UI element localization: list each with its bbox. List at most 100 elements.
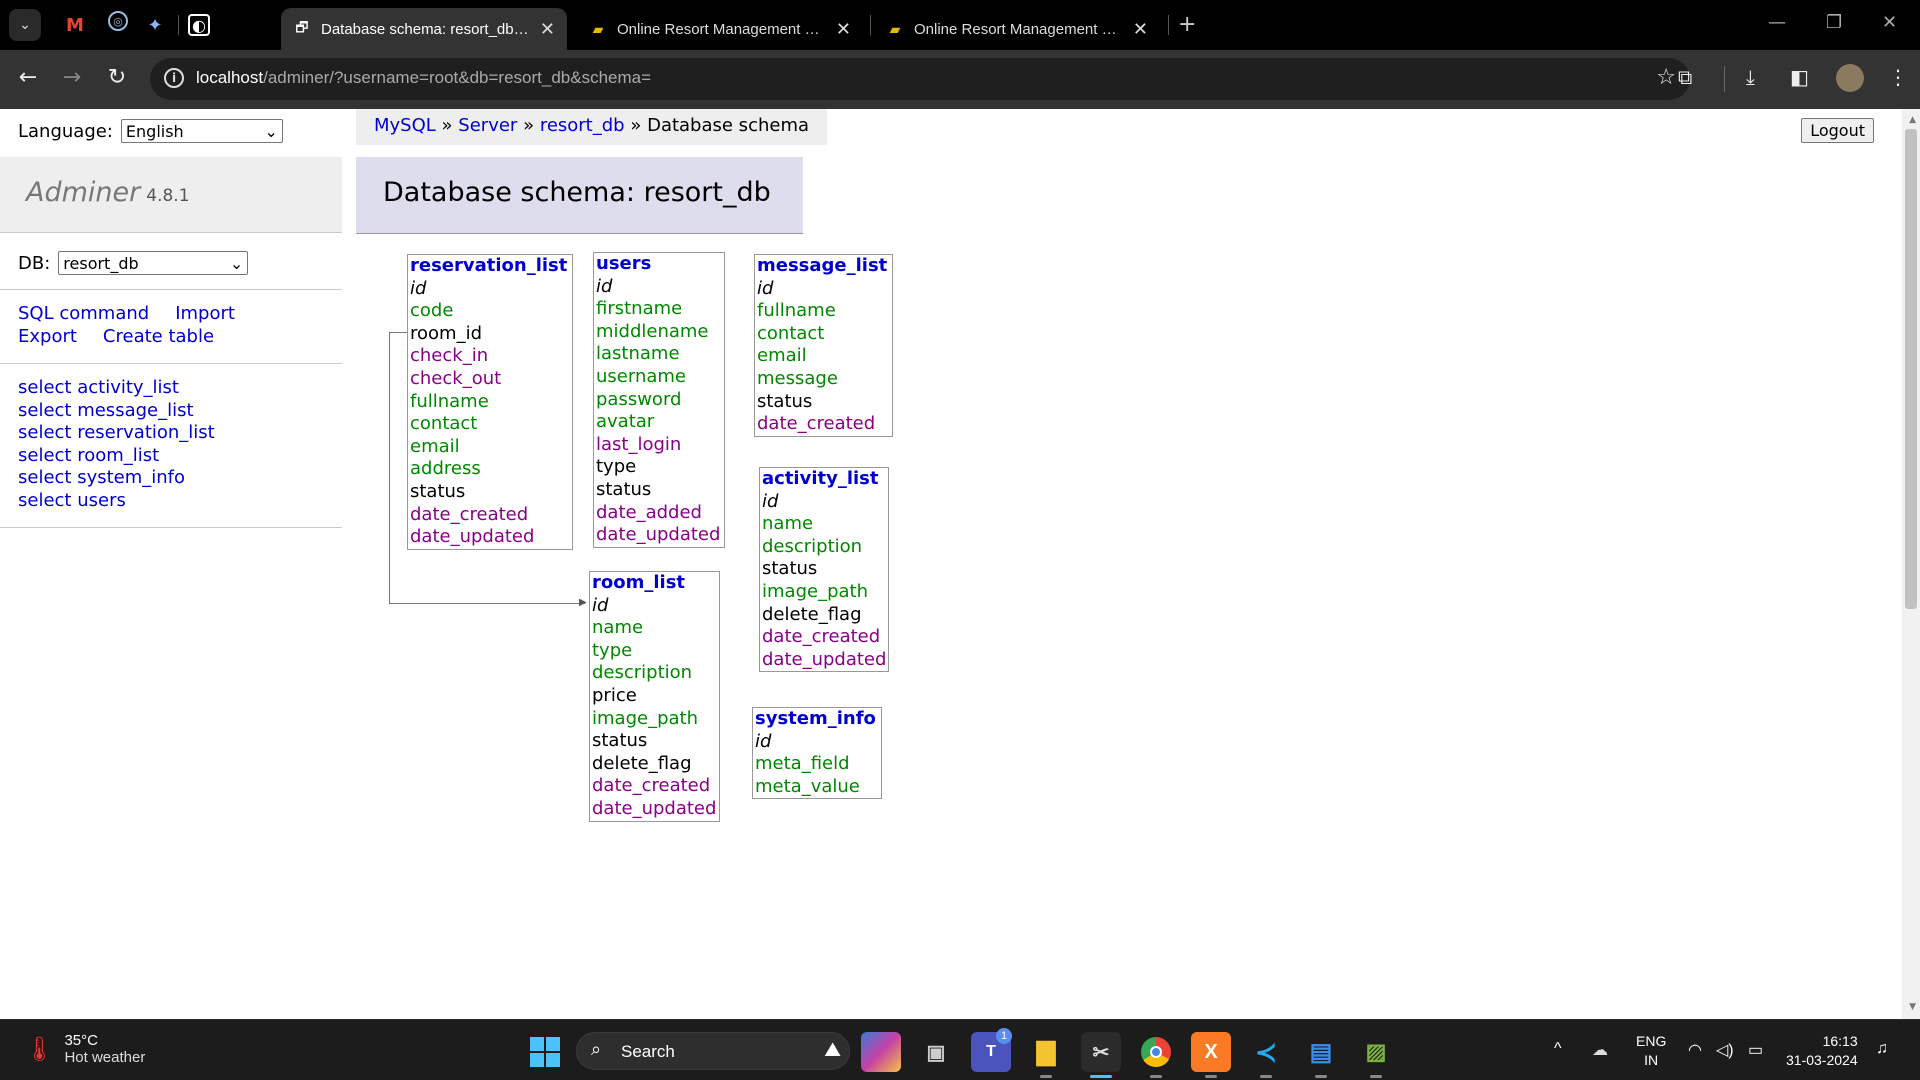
chatgpt-icon[interactable]: ◎ [108, 11, 128, 31]
column-name: email [410, 435, 460, 457]
column-name: date_updated [596, 524, 721, 546]
adminer-page: Language: English ⌄ MySQL » Server » reso… [0, 109, 1920, 1019]
snipping-tool-icon[interactable]: ✂ [1081, 1032, 1121, 1072]
url-text[interactable]: localhost/adminer/?username=root&db=reso… [196, 68, 651, 88]
weather-temperature: 35°C [64, 1032, 98, 1049]
forward-button[interactable]: → [58, 65, 86, 90]
copilot-icon[interactable] [861, 1032, 901, 1072]
close-tab-icon[interactable]: ✕ [1133, 19, 1148, 40]
running-indicator [1370, 1075, 1382, 1078]
table-reservation-list: reservation_list id code room_id check_i… [407, 254, 573, 550]
onedrive-icon[interactable]: ☁ [1592, 1040, 1608, 1060]
resort-favicon: ▰ [592, 20, 604, 37]
tab-resort-2[interactable]: ▰ Online Resort Management System ✕ [874, 8, 1160, 50]
gmail-icon[interactable]: M [61, 11, 89, 39]
active-indicator [1090, 1075, 1112, 1078]
windows-start-icon[interactable] [530, 1037, 560, 1067]
notepad-icon[interactable]: ▤ [1301, 1032, 1341, 1072]
tab-title: Database schema: resort_db - Adminer [321, 20, 532, 38]
column-name: id [762, 490, 779, 512]
language-code: ENG [1636, 1033, 1667, 1049]
table-name-link[interactable]: message_list [757, 255, 890, 278]
column-name: date_updated [410, 526, 535, 548]
reload-button[interactable]: ↻ [103, 65, 131, 90]
scroll-down-icon[interactable]: ▼ [1909, 1002, 1916, 1012]
column-name: id [755, 730, 772, 752]
table-name-link[interactable]: system_info [755, 708, 879, 731]
minimize-button[interactable]: — [1768, 12, 1786, 33]
file-explorer-icon[interactable]: ▇ [1026, 1032, 1066, 1072]
column-name: last_login [596, 433, 682, 455]
sidepanel-icon[interactable]: ◧ [1790, 65, 1809, 89]
battery-icon[interactable]: ▭ [1748, 1040, 1763, 1060]
column-name: fullname [757, 300, 836, 322]
tab-separator [178, 15, 179, 35]
resort-favicon: ▰ [889, 20, 901, 37]
browser-tab-bar: ⌄ M ◎ ✦ ◐ 🗗 Database schema: resort_db -… [0, 0, 1920, 50]
column-name: username [596, 365, 686, 387]
back-button[interactable]: ← [14, 65, 42, 90]
language-indicator[interactable]: ENG IN [1636, 1032, 1666, 1070]
star-icon[interactable]: ☆ [1656, 65, 1676, 90]
gemini-icon[interactable]: ✦ [141, 11, 169, 39]
scrollbar-thumb[interactable] [1905, 129, 1917, 609]
pinned-app-icon[interactable]: ◐ [188, 14, 210, 36]
table-name-link[interactable]: room_list [592, 572, 717, 595]
column-name: contact [757, 322, 825, 344]
new-tab-button[interactable]: + [1178, 12, 1196, 37]
chevron-up-icon[interactable]: ^ [1554, 1040, 1562, 1058]
column-name: id [757, 277, 774, 299]
download-icon[interactable]: ⤓ [1746, 65, 1755, 89]
taskbar-search[interactable]: ⌕ Search ⛰ [576, 1032, 850, 1070]
volume-icon[interactable]: ◁) [1716, 1040, 1734, 1060]
column-name: check_out [410, 367, 502, 389]
column-name: description [762, 535, 863, 557]
profile-avatar[interactable] [1836, 64, 1864, 92]
region-code: IN [1644, 1052, 1659, 1068]
tab-search-button[interactable]: ⌄ [9, 9, 41, 41]
search-label: Search [621, 1042, 675, 1061]
info-icon[interactable]: i [164, 68, 184, 88]
column-name: lastname [596, 343, 680, 365]
running-indicator [1040, 1075, 1052, 1078]
teams-badge: 1 [996, 1028, 1012, 1044]
weather-widget[interactable]: 🌡 35°C Hot weather [24, 1032, 145, 1066]
table-name-link[interactable]: activity_list [762, 468, 886, 491]
toolbar-separator [1724, 66, 1725, 92]
tab-adminer[interactable]: 🗗 Database schema: resort_db - Adminer ✕ [281, 8, 567, 50]
close-tab-icon[interactable]: ✕ [540, 19, 555, 40]
extensions-icon[interactable]: ⧉ [1678, 65, 1692, 89]
column-name: id [596, 275, 613, 297]
close-tab-icon[interactable]: ✕ [836, 19, 851, 40]
running-indicator [1205, 1075, 1217, 1078]
column-name: id [410, 277, 427, 299]
vertical-scrollbar[interactable]: ▲ ▼ [1902, 109, 1920, 1019]
chrome-icon[interactable] [1136, 1032, 1176, 1072]
column-name: date_updated [762, 648, 887, 670]
menu-icon[interactable]: ⋮ [1888, 65, 1908, 89]
table-name-link[interactable]: users [596, 253, 722, 276]
system-clock[interactable]: 16:13 31-03-2024 [1786, 1032, 1858, 1070]
scroll-up-icon[interactable]: ▲ [1909, 115, 1916, 125]
bell-icon[interactable]: ♫ [1876, 1040, 1888, 1058]
column-name: name [762, 513, 814, 535]
xampp-icon[interactable]: X [1191, 1032, 1231, 1072]
column-name: image_path [762, 580, 868, 602]
foreign-key-arrow-icon: ▶ [579, 597, 587, 608]
column-name: date_created [410, 503, 529, 525]
table-name-link[interactable]: reservation_list [410, 255, 570, 278]
tab-resort-1[interactable]: ▰ Online Resort Management System ✕ [577, 8, 863, 50]
column-name: id [592, 594, 609, 616]
schema-diagram: ▶ reservation_list id code room_id check… [0, 109, 1920, 1019]
column-name: status [410, 480, 466, 502]
task-view-icon[interactable]: ▣ [916, 1032, 956, 1072]
restore-button[interactable]: ❐ [1826, 12, 1842, 33]
address-bar[interactable]: i localhost/adminer/?username=root&db=re… [150, 58, 1690, 100]
table-users: users id firstname middlename lastname u… [593, 252, 725, 548]
image-viewer-icon[interactable]: ▨ [1356, 1032, 1396, 1072]
close-window-button[interactable]: ✕ [1882, 12, 1897, 33]
column-name: price [592, 684, 637, 706]
wifi-icon[interactable]: ◠ [1688, 1040, 1702, 1060]
vscode-icon[interactable]: ≺ [1246, 1032, 1286, 1072]
running-indicator [1150, 1075, 1162, 1078]
